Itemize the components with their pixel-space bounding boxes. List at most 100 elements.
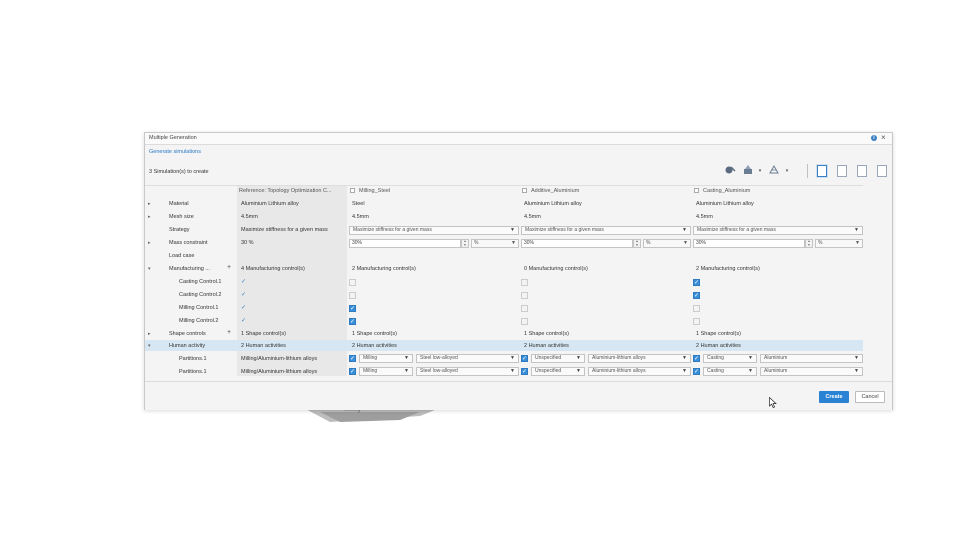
column-label: Additive_Aluminium — [531, 188, 580, 194]
c2-material[interactable]: Aluminium Lithium alloy — [524, 201, 582, 207]
c1-strategy-select[interactable]: Maximize stiffness for a given mass ▼ — [349, 226, 519, 235]
c1-p1-material-select[interactable]: Steel low-alloyed ▼ — [416, 354, 519, 363]
c1-milling2-checkbox[interactable]: ✓ — [349, 318, 356, 325]
c2-milling1-checkbox[interactable] — [521, 305, 528, 312]
c3-p2-process-select[interactable]: Casting ▼ — [703, 367, 757, 376]
c2-p1-material-select[interactable]: Aluminium-lithium alloys ▼ — [588, 354, 691, 363]
simulation-count-label: 3 Simulation(s) to create — [149, 169, 209, 175]
column-checkbox[interactable] — [694, 188, 699, 194]
c3-p2-checkbox[interactable]: ✓ — [693, 368, 700, 375]
c1-mesh-size[interactable]: 4.5mm — [352, 214, 369, 220]
column-checkbox[interactable] — [522, 188, 527, 194]
expand-icon[interactable]: ▸ — [148, 331, 151, 337]
c2-p1-checkbox[interactable]: ✓ — [521, 355, 528, 362]
c3-strategy-select[interactable]: Maximize stiffness for a given mass ▼ — [693, 226, 863, 235]
chevron-down-icon: ▼ — [854, 227, 859, 233]
c1-p1-process-select[interactable]: Milling ▼ — [359, 354, 413, 363]
expand-icon[interactable]: ▸ — [148, 201, 151, 207]
unit-value: % — [818, 240, 823, 246]
collapse-icon[interactable]: ▾ — [148, 343, 151, 349]
c1-p2-checkbox[interactable]: ✓ — [349, 368, 356, 375]
row-label-milling-control-1: Milling Control.1 — [179, 305, 219, 311]
multiple-generation-dialog: Multiple Generation i × Generate simulat… — [144, 132, 893, 410]
create-button[interactable]: Create — [819, 391, 849, 403]
page-text-icon[interactable] — [877, 165, 887, 177]
column-header-casting-aluminium[interactable]: Casting_Aluminium — [694, 186, 750, 197]
c3-mesh-size[interactable]: 4.5mm — [696, 214, 713, 220]
c1-mass-spinner[interactable]: ▲ ▼ — [461, 239, 469, 248]
c1-milling1-checkbox[interactable]: ✓ — [349, 305, 356, 312]
chevron-down-icon: ▼ — [682, 227, 687, 233]
c3-p1-material-select[interactable]: Aluminium ▼ — [760, 354, 863, 363]
chevron-down-icon: ▼ — [404, 355, 409, 361]
c2-mesh-size[interactable]: 4.5mm — [524, 214, 541, 220]
c2-shape-controls: 1 Shape control(s) — [524, 331, 569, 337]
select-value: Maximize stiffness for a given mass — [697, 227, 776, 233]
collapse-icon[interactable]: ▾ — [148, 266, 151, 272]
cancel-button[interactable]: Cancel — [855, 391, 885, 403]
c1-p1-checkbox[interactable]: ✓ — [349, 355, 356, 362]
select-value: Casting — [707, 368, 724, 374]
row-label-manufacturing: Manufacturing ... — [169, 266, 210, 272]
expand-icon[interactable]: ▸ — [148, 214, 151, 220]
column-header-additive-aluminium[interactable]: Additive_Aluminium — [522, 186, 579, 197]
row-label-partitions-2: Partitions.1 — [179, 369, 207, 375]
c1-mass-input[interactable]: 30% — [349, 239, 461, 248]
c3-unit-select[interactable]: % ▼ — [815, 239, 863, 248]
c3-mass-spinner[interactable]: ▲ ▼ — [805, 239, 813, 248]
c3-p1-process-select[interactable]: Casting ▼ — [703, 354, 757, 363]
mesh-icon[interactable] — [767, 164, 781, 178]
c3-milling1-checkbox[interactable] — [693, 305, 700, 312]
c3-mass-input[interactable]: 30% — [693, 239, 805, 248]
page-new-icon[interactable] — [837, 165, 847, 177]
arrow-down-icon[interactable]: ▼ — [806, 243, 812, 248]
expand-icon[interactable]: ▸ — [148, 240, 151, 246]
add-shape-control-icon[interactable]: + — [227, 329, 231, 336]
c2-p2-checkbox[interactable]: ✓ — [521, 368, 528, 375]
chevron-down-icon: ▼ — [576, 368, 581, 374]
column-header-milling-steel[interactable]: Milling_Steel — [350, 186, 390, 197]
column-checkbox[interactable] — [350, 188, 355, 194]
page-select-icon[interactable] — [817, 165, 827, 177]
c1-manufacturing: 2 Manufacturing control(s) — [352, 266, 416, 272]
c2-strategy-select[interactable]: Maximize stiffness for a given mass ▼ — [521, 226, 691, 235]
chevron-down-icon: ▼ — [855, 240, 860, 246]
c2-unit-select[interactable]: % ▼ — [643, 239, 691, 248]
c3-casting1-checkbox[interactable]: ✓ — [693, 279, 700, 286]
arrow-down-icon[interactable]: ▼ — [634, 243, 640, 248]
c1-p2-material-select[interactable]: Steel low-alloyed ▼ — [416, 367, 519, 376]
c2-casting1-checkbox[interactable] — [521, 279, 528, 286]
dialog-title: Multiple Generation — [149, 135, 197, 141]
info-icon[interactable]: i — [871, 135, 877, 141]
select-value: Unspecified — [535, 368, 562, 374]
c2-casting2-checkbox[interactable] — [521, 292, 528, 299]
c2-p2-material-select[interactable]: Aluminium-lithium alloys ▼ — [588, 367, 691, 376]
c3-milling2-checkbox[interactable] — [693, 318, 700, 325]
chevron-down-icon[interactable]: ▾ — [782, 164, 792, 178]
row-label-mesh-size: Mesh size — [169, 214, 194, 220]
generate-icon[interactable] — [723, 164, 737, 178]
c3-p1-checkbox[interactable]: ✓ — [693, 355, 700, 362]
c3-material[interactable]: Aluminium Lithium alloy — [696, 201, 754, 207]
material-icon[interactable] — [741, 164, 755, 178]
c2-p1-process-select[interactable]: Unspecified ▼ — [531, 354, 585, 363]
c1-unit-select[interactable]: % ▼ — [471, 239, 519, 248]
page-copy-icon[interactable] — [857, 165, 867, 177]
add-manufacturing-icon[interactable]: + — [227, 264, 231, 271]
arrow-down-icon[interactable]: ▼ — [462, 243, 468, 248]
check-icon: ✓ — [241, 279, 247, 285]
c1-p2-process-select[interactable]: Milling ▼ — [359, 367, 413, 376]
c3-p2-material-select[interactable]: Aluminium ▼ — [760, 367, 863, 376]
c2-p2-process-select[interactable]: Unspecified ▼ — [531, 367, 585, 376]
c3-shape-controls: 1 Shape control(s) — [696, 331, 741, 337]
c1-material[interactable]: Steel — [352, 201, 365, 207]
c1-casting2-checkbox[interactable] — [349, 292, 356, 299]
chevron-down-icon[interactable]: ▾ — [755, 164, 765, 178]
generate-simulations-link[interactable]: Generate simulations — [149, 149, 201, 155]
c2-milling2-checkbox[interactable] — [521, 318, 528, 325]
c1-casting1-checkbox[interactable] — [349, 279, 356, 286]
c3-casting2-checkbox[interactable]: ✓ — [693, 292, 700, 299]
close-icon[interactable]: × — [881, 133, 886, 143]
c2-mass-input[interactable]: 30% — [521, 239, 633, 248]
c2-mass-spinner[interactable]: ▲ ▼ — [633, 239, 641, 248]
